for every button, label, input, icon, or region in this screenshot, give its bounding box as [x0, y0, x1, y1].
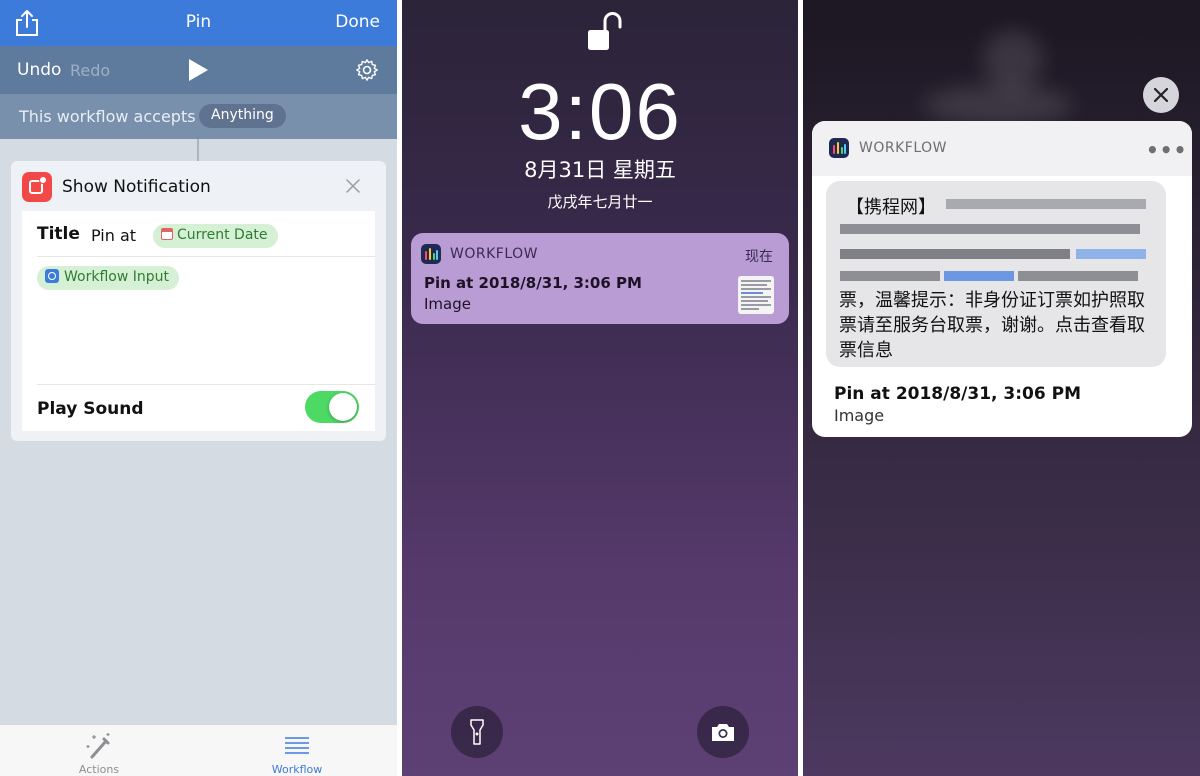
- expanded-notification[interactable]: WORKFLOW ••• 【携程网】 票，温馨提示：非身份证订票如护照取票请至服…: [812, 121, 1192, 437]
- blurred-background: [923, 85, 1073, 125]
- flashlight-button[interactable]: [451, 706, 503, 758]
- camera-button[interactable]: [697, 706, 749, 758]
- current-date-variable[interactable]: Current Date: [153, 224, 278, 248]
- editor-toolbar: Undo Redo: [0, 46, 397, 94]
- close-icon: [1154, 88, 1168, 102]
- redo-button[interactable]: Redo: [70, 61, 110, 80]
- current-date-label: Current Date: [177, 227, 268, 243]
- tab-workflow-label: Workflow: [271, 763, 323, 776]
- notification-body: Image: [424, 295, 471, 313]
- divider: [37, 256, 375, 257]
- notification-app-icon: [22, 172, 52, 202]
- play-sound-label: Play Sound: [37, 399, 144, 419]
- play-sound-toggle[interactable]: [305, 391, 359, 423]
- gear-icon[interactable]: [355, 58, 379, 82]
- workflow-input-icon: [45, 269, 59, 283]
- title-field-label: Title: [37, 224, 80, 244]
- divider: [37, 384, 375, 385]
- workflow-input-label: Workflow Input: [64, 269, 169, 285]
- workflow-editor-panel: Pin Done Undo Redo This workflow accepts…: [0, 0, 397, 776]
- tab-workflow[interactable]: Workflow: [198, 725, 396, 776]
- notification-thumbnail: [738, 276, 774, 314]
- notification-app-name: WORKFLOW: [450, 246, 538, 262]
- tab-bar: Actions Workflow: [0, 724, 397, 776]
- magic-wand-icon: [86, 733, 110, 759]
- flow-connector: [197, 139, 199, 161]
- image-text-head: 【携程网】: [846, 197, 936, 218]
- workflow-app-icon: [829, 138, 849, 158]
- notification-title: Pin at 2018/8/31, 3:06 PM: [424, 274, 642, 292]
- expanded-notification-panel: WORKFLOW ••• 【携程网】 票，温馨提示：非身份证订票如护照取票请至服…: [803, 0, 1200, 776]
- workflow-app-icon: [421, 244, 441, 264]
- undo-button[interactable]: Undo: [17, 60, 61, 80]
- more-options-button[interactable]: •••: [1146, 138, 1187, 162]
- notification-title: Pin at 2018/8/31, 3:06 PM: [834, 384, 1081, 404]
- action-title: Show Notification: [62, 177, 211, 197]
- redacted-text: [840, 224, 1140, 234]
- lunar-date: 戊戌年七月廿一: [547, 193, 653, 211]
- image-text-tail: 票，温馨提示：非身份证订票如护照取票请至服务台取票，谢谢。点击查看取票信息: [839, 290, 1145, 361]
- redacted-text: [1018, 271, 1138, 281]
- lock-date: 8月31日 星期五: [524, 158, 676, 182]
- notification-header: WORKFLOW •••: [812, 121, 1192, 176]
- notification-body: Image: [834, 406, 885, 425]
- lock-notification[interactable]: WORKFLOW 现在 Pin at 2018/8/31, 3:06 PM Im…: [411, 233, 789, 324]
- show-notification-action-card: Show Notification Title Pin at Current D…: [11, 161, 386, 441]
- redacted-text: [840, 271, 940, 281]
- redacted-text: [840, 249, 1070, 259]
- redacted-link: [1076, 249, 1146, 259]
- done-button[interactable]: Done: [335, 12, 380, 32]
- unlock-icon: [588, 12, 622, 50]
- notification-app-name: WORKFLOW: [859, 140, 947, 156]
- tab-actions-label: Actions: [78, 763, 120, 776]
- blurred-background: [983, 30, 1043, 90]
- action-parameters: Title Pin at Current Date Workflow Input…: [22, 211, 375, 431]
- accepts-label: This workflow accepts: [19, 107, 196, 126]
- title-field-text[interactable]: Pin at: [91, 226, 136, 245]
- workflow-input-variable[interactable]: Workflow Input: [37, 266, 179, 290]
- redacted-text: [946, 199, 1146, 209]
- notification-image: 【携程网】 票，温馨提示：非身份证订票如护照取票请至服务台取票，谢谢。点击查看取…: [826, 181, 1166, 367]
- lock-screen-panel: 3:06 8月31日 星期五 戊戌年七月廿一 WORKFLOW 现在 Pin a…: [402, 0, 798, 776]
- camera-icon: [712, 724, 734, 741]
- redacted-link: [944, 271, 1014, 281]
- accepts-type-pill[interactable]: Anything: [199, 104, 286, 128]
- close-icon[interactable]: [345, 178, 361, 194]
- flashlight-icon: [470, 719, 484, 745]
- dismiss-button[interactable]: [1143, 77, 1179, 113]
- accepts-bar: This workflow accepts Anything: [0, 94, 397, 139]
- tab-actions[interactable]: Actions: [0, 725, 198, 776]
- lock-time: 3:06: [518, 67, 682, 156]
- list-icon: [285, 737, 309, 754]
- notification-time: 现在: [745, 249, 773, 265]
- navigation-bar: Pin Done: [0, 0, 397, 46]
- play-icon[interactable]: [187, 58, 209, 82]
- calendar-icon: [161, 228, 173, 240]
